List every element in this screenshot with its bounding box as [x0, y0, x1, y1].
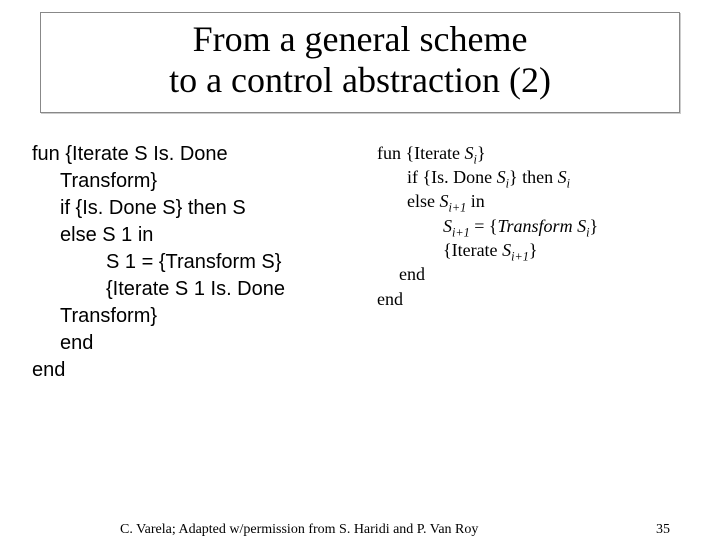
title-line-1: From a general scheme: [193, 19, 528, 59]
code-line: Si+1 = {Transform Si}: [443, 214, 688, 238]
slide-footer: C. Varela; Adapted w/permission from S. …: [0, 522, 720, 538]
code-line: else S 1 in: [60, 222, 369, 249]
code-line: if {Is. Done Si} then Si: [407, 165, 688, 189]
slide-title-box: From a general scheme to a control abstr…: [40, 12, 680, 113]
code-line: Transform}: [60, 168, 369, 195]
code-line: fun {Iterate S Is. Done: [32, 141, 369, 168]
code-line: Transform}: [60, 303, 369, 330]
code-concrete: fun {Iterate S Is. Done Transform} if {I…: [32, 141, 369, 384]
footer-credit: C. Varela; Adapted w/permission from S. …: [120, 522, 478, 538]
page-number: 35: [656, 522, 670, 538]
code-line: if {Is. Done S} then S: [60, 195, 369, 222]
code-abstract: fun {Iterate Si} if {Is. Done Si} then S…: [377, 141, 688, 384]
code-line: end: [377, 287, 688, 311]
code-line: {Iterate S 1 Is. Done: [106, 276, 369, 303]
title-line-2: to a control abstraction (2): [169, 60, 551, 100]
slide-title: From a general scheme to a control abstr…: [51, 19, 669, 102]
code-line: fun {Iterate Si}: [377, 141, 688, 165]
code-line: S 1 = {Transform S}: [106, 249, 369, 276]
code-line: else Si+1 in: [407, 189, 688, 213]
code-line: {Iterate Si+1}: [443, 238, 688, 262]
content-area: fun {Iterate S Is. Done Transform} if {I…: [32, 141, 688, 384]
code-line: end: [399, 262, 688, 286]
code-line: end: [60, 330, 369, 357]
code-line: end: [32, 357, 369, 384]
